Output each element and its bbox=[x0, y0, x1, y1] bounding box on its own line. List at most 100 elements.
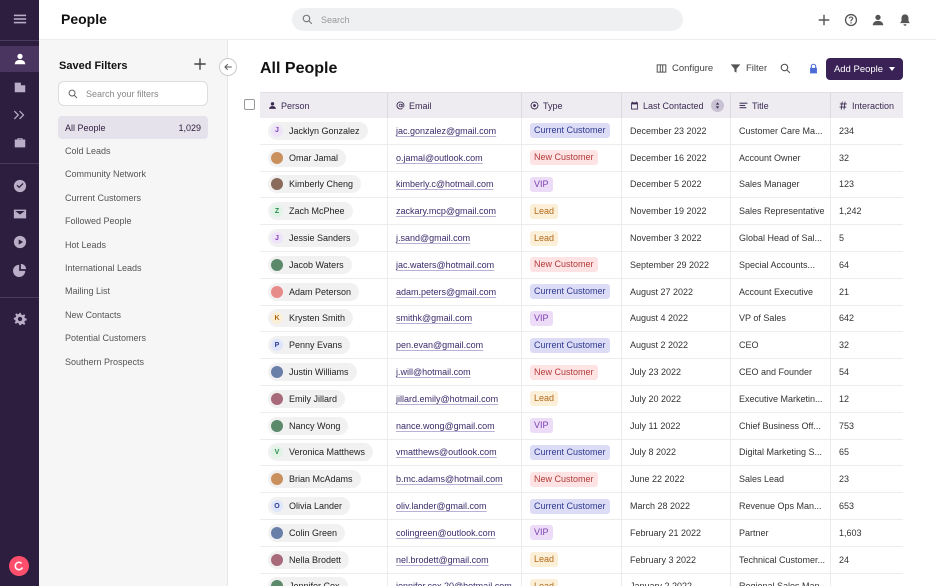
column-header-email[interactable]: Email bbox=[388, 93, 522, 118]
person-chip[interactable]: J Jacklyn Gonzalez bbox=[268, 121, 368, 140]
email-link[interactable]: nel.brodett@gmail.com bbox=[396, 555, 489, 565]
table-row[interactable]: O Olivia Lander oliv.lander@gmail.com Curre… bbox=[260, 493, 903, 520]
chevrons-right-icon[interactable] bbox=[0, 102, 39, 128]
table-search-icon[interactable] bbox=[780, 63, 796, 74]
help-icon[interactable] bbox=[843, 12, 859, 28]
table-row[interactable]: Nancy Wong nance.wong@gmail.com VIP July 11… bbox=[260, 412, 903, 440]
saved-filter-item[interactable]: All People 1,029 bbox=[58, 116, 208, 140]
sort-icon[interactable] bbox=[711, 99, 724, 112]
table-row[interactable]: Kimberly Cheng kimberly.c@hotmail.com VIP D… bbox=[260, 171, 903, 199]
person-chip[interactable]: Jacob Waters bbox=[268, 255, 352, 274]
email-link[interactable]: vmatthews@outlook.com bbox=[396, 447, 497, 457]
table-row[interactable]: J Jacklyn Gonzalez jac.gonzalez@gmail.com C… bbox=[260, 118, 903, 145]
email-link[interactable]: jennifer.cox.20@hotmail.com bbox=[396, 581, 512, 586]
email-link[interactable]: adam.peters@gmail.com bbox=[396, 287, 496, 297]
person-chip[interactable]: Brian McAdams bbox=[268, 470, 361, 489]
pie-chart-icon[interactable] bbox=[0, 257, 39, 283]
saved-filter-item[interactable]: Community Network bbox=[58, 163, 208, 186]
person-chip[interactable]: J Jessie Sanders bbox=[268, 229, 359, 248]
configure-button[interactable]: Configure bbox=[656, 63, 713, 74]
person-chip[interactable]: Adam Peterson bbox=[268, 282, 360, 301]
add-filter-icon[interactable] bbox=[193, 57, 207, 71]
saved-filter-item[interactable]: Cold Leads bbox=[58, 139, 208, 162]
table-row[interactable]: Nella Brodett nel.brodett@gmail.com Lead Fe… bbox=[260, 546, 903, 574]
table-row[interactable]: Omar Jamal o.jamal@outlook.com New Custome… bbox=[260, 144, 903, 172]
email-link[interactable]: jac.gonzalez@gmail.com bbox=[396, 126, 496, 136]
person-chip[interactable]: Nancy Wong bbox=[268, 416, 349, 435]
people-icon[interactable] bbox=[0, 46, 39, 72]
mail-icon[interactable] bbox=[0, 201, 39, 227]
person-chip[interactable]: Jennifer Cox bbox=[268, 577, 348, 586]
email-link[interactable]: pen.evan@gmail.com bbox=[396, 340, 483, 350]
select-all-checkbox[interactable] bbox=[244, 99, 255, 110]
table-row[interactable]: J Jessie Sanders j.sand@gmail.com Lead Novem… bbox=[260, 225, 903, 252]
filter-search[interactable] bbox=[58, 81, 208, 106]
email-link[interactable]: oliv.lander@gmail.com bbox=[396, 501, 487, 511]
column-header-person[interactable]: Person bbox=[260, 93, 388, 118]
plus-icon[interactable] bbox=[816, 12, 832, 28]
email-link[interactable]: smithk@gmail.com bbox=[396, 313, 472, 323]
email-link[interactable]: colingreen@outlook.com bbox=[396, 528, 495, 538]
saved-filter-item[interactable]: Followed People bbox=[58, 210, 208, 233]
table-row[interactable]: Colin Green colingreen@outlook.com VIP Febr… bbox=[260, 519, 903, 547]
email-link[interactable]: nance.wong@gmail.com bbox=[396, 421, 495, 431]
check-circle-icon[interactable] bbox=[0, 173, 39, 199]
person-chip[interactable]: Z Zach McPhee bbox=[268, 202, 353, 221]
column-header-last-contacted[interactable]: Last Contacted bbox=[622, 93, 731, 118]
brand-logo[interactable] bbox=[9, 556, 29, 576]
collapse-panel-button[interactable] bbox=[219, 58, 237, 76]
bell-icon[interactable] bbox=[897, 12, 913, 28]
saved-filter-item[interactable]: Potential Customers bbox=[58, 327, 208, 350]
column-header-type[interactable]: Type bbox=[522, 93, 622, 118]
menu-icon[interactable] bbox=[0, 6, 39, 32]
companies-icon[interactable] bbox=[0, 74, 39, 100]
gear-icon[interactable] bbox=[0, 306, 39, 332]
email-link[interactable]: j.sand@gmail.com bbox=[396, 233, 470, 243]
table-row[interactable]: Jacob Waters jac.waters@hotmail.com New Cu… bbox=[260, 251, 903, 279]
search-input[interactable] bbox=[321, 14, 661, 25]
add-people-button[interactable]: Add People bbox=[826, 58, 903, 80]
column-header-interaction[interactable]: Interaction bbox=[831, 93, 903, 118]
email-cell: adam.peters@gmail.com bbox=[388, 278, 522, 305]
person-chip[interactable]: Nella Brodett bbox=[268, 550, 350, 569]
saved-filter-item[interactable]: Southern Prospects bbox=[58, 350, 208, 373]
person-chip[interactable]: V Veronica Matthews bbox=[268, 443, 374, 462]
saved-filter-item[interactable]: New Contacts bbox=[58, 303, 208, 326]
person-chip[interactable]: Emily Jillard bbox=[268, 389, 346, 408]
saved-filter-item[interactable]: International Leads bbox=[58, 256, 208, 279]
saved-filter-item[interactable]: Mailing List bbox=[58, 280, 208, 303]
user-icon[interactable] bbox=[870, 12, 886, 28]
person-chip[interactable]: Omar Jamal bbox=[268, 148, 347, 167]
person-chip[interactable]: O Olivia Lander bbox=[268, 497, 351, 516]
table-row[interactable]: Brian McAdams b.mc.adams@hotmail.com New C… bbox=[260, 466, 903, 494]
table-row[interactable]: V Veronica Matthews vmatthews@outlook.com C… bbox=[260, 439, 903, 467]
email-link[interactable]: jac.waters@hotmail.com bbox=[396, 260, 494, 270]
email-link[interactable]: o.jamal@outlook.com bbox=[396, 153, 483, 163]
email-link[interactable]: kimberly.c@hotmail.com bbox=[396, 179, 494, 189]
person-chip[interactable]: Colin Green bbox=[268, 523, 346, 542]
email-link[interactable]: jillard.emily@hotmail.com bbox=[396, 394, 498, 404]
column-header-title[interactable]: Title bbox=[731, 93, 831, 118]
person-chip[interactable]: Justin Williams bbox=[268, 363, 357, 382]
table-row[interactable]: Justin Williams j.will@hotmail.com New Cus… bbox=[260, 359, 903, 386]
saved-filter-item[interactable]: Hot Leads bbox=[58, 233, 208, 256]
email-link[interactable]: zackary.mcp@gmail.com bbox=[396, 206, 496, 216]
email-link[interactable]: j.will@hotmail.com bbox=[396, 367, 471, 377]
person-chip[interactable]: K Krysten Smith bbox=[268, 309, 354, 328]
table-row[interactable]: Emily Jillard jillard.emily@hotmail.com Le… bbox=[260, 385, 903, 413]
table-row[interactable]: P Penny Evans pen.evan@gmail.com Current Cu… bbox=[260, 332, 903, 360]
table-row[interactable]: K Krysten Smith smithk@gmail.com VIP August … bbox=[260, 305, 903, 333]
lock-icon[interactable] bbox=[808, 63, 824, 74]
briefcase-icon[interactable] bbox=[0, 130, 39, 156]
filter-search-input[interactable] bbox=[86, 88, 196, 99]
saved-filter-item[interactable]: Current Customers bbox=[58, 186, 208, 209]
table-row[interactable]: Jennifer Cox jennifer.cox.20@hotmail.com L… bbox=[260, 573, 903, 586]
global-search[interactable] bbox=[292, 8, 683, 31]
table-row[interactable]: Z Zach McPhee zackary.mcp@gmail.com Lead Nov… bbox=[260, 198, 903, 226]
person-chip[interactable]: P Penny Evans bbox=[268, 336, 351, 355]
play-circle-icon[interactable] bbox=[0, 229, 39, 255]
table-row[interactable]: Adam Peterson adam.peters@gmail.com Curren… bbox=[260, 278, 903, 306]
email-link[interactable]: b.mc.adams@hotmail.com bbox=[396, 474, 503, 484]
person-chip[interactable]: Kimberly Cheng bbox=[268, 175, 362, 194]
filter-button[interactable]: Filter bbox=[730, 63, 767, 74]
